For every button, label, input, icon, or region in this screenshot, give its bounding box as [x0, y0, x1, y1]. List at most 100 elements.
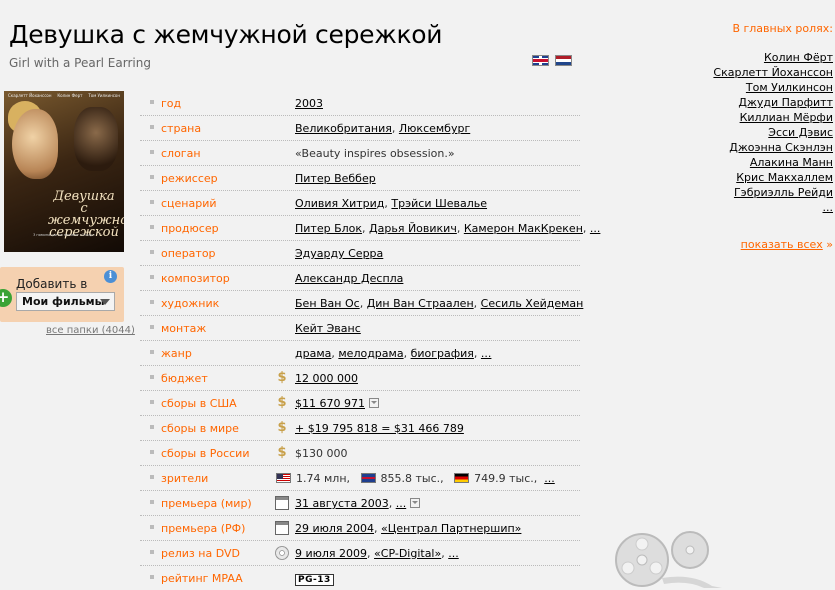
russia-gross-value: $130 000 [295, 447, 348, 460]
director-link[interactable]: Питер Веббер [295, 172, 376, 185]
genre-link[interactable]: биография [411, 347, 474, 360]
poster-tagline: 3 номинации на премию «Оскар» [33, 233, 95, 237]
cast-item[interactable]: Киллиан Мёрфи [653, 110, 833, 125]
year-link[interactable]: 2003 [295, 97, 323, 110]
producer-more-link[interactable]: ... [590, 222, 601, 235]
info-row-operator: оператор Эдуарду Серра [140, 241, 580, 266]
genre-link[interactable]: мелодрама [338, 347, 403, 360]
show-all-link[interactable]: показать всех [741, 238, 823, 251]
cast-item[interactable]: Джоэнна Скэнлэн [653, 140, 833, 155]
original-title: Girl with a Pearl Earring [9, 56, 151, 70]
info-icon[interactable]: i [104, 270, 117, 283]
film-reel-icon [615, 531, 722, 588]
calendar-icon [275, 496, 289, 510]
producer-link[interactable]: Камерон МакКрекен [464, 222, 583, 235]
info-row-mpaa: рейтинг MPAA PG-13 [140, 566, 580, 590]
premiere-more-link[interactable]: ... [396, 497, 407, 510]
info-row-artist: художник Бен Ван Ос, Дин Ван Страален, С… [140, 291, 583, 316]
viewers-de: 749.9 тыс., [474, 472, 538, 485]
info-row-premiere-world: премьера (мир) 31 августа 2003, ... [140, 491, 580, 516]
dollar-icon: $ [277, 420, 287, 435]
movie-poster[interactable]: Скарлетт Йоханссон Колин Ферт Том Уилкин… [4, 91, 124, 252]
usa-gross-link[interactable]: $11 670 971 [295, 397, 365, 410]
calendar-icon [275, 521, 289, 535]
dollar-icon: $ [277, 395, 287, 410]
info-row-russia-gross: сборы в России $ $130 000 [140, 441, 580, 466]
producer-link[interactable]: Питер Блок [295, 222, 362, 235]
cast-more-link[interactable]: ... [653, 200, 834, 215]
writer-link[interactable]: Трэйси Шевалье [391, 197, 487, 210]
language-flags [532, 55, 572, 66]
info-row-slogan: слоган «Beauty inspires obsession.» [140, 141, 580, 166]
artist-link[interactable]: Бен Ван Ос [295, 297, 360, 310]
uk-flag-icon[interactable] [532, 55, 549, 66]
info-row-world-gross: сборы в мире $ + $19 795 818 = $31 466 7… [140, 416, 580, 441]
info-row-director: режиссер Питер Веббер [140, 166, 580, 191]
info-row-producer: продюсер Питер Блок, Дарья Йовикич, Каме… [140, 216, 600, 241]
composer-link[interactable]: Александр Деспла [295, 272, 403, 285]
us-flag-icon [276, 473, 291, 483]
arrow-right-icon: » [826, 238, 833, 251]
expand-icon[interactable] [410, 498, 421, 508]
operator-link[interactable]: Эдуарду Серра [295, 247, 383, 260]
info-row-premiere-rf: премьера (РФ) 29 июля 2004, «Централ Пар… [140, 516, 580, 541]
viewers-more-link[interactable]: ... [544, 472, 555, 485]
expand-icon[interactable] [368, 398, 379, 408]
cast-item[interactable]: Скарлетт Йоханссон [653, 65, 833, 80]
cast-item[interactable]: Том Уилкинсон [653, 80, 833, 95]
show-all-cast[interactable]: показать всех » [741, 238, 833, 251]
dollar-icon: $ [277, 445, 287, 460]
world-gross-link[interactable]: + $19 795 818 = $31 466 789 [295, 422, 464, 435]
distributor-link[interactable]: «Централ Партнершип» [381, 522, 521, 535]
info-row-writer: сценарий Оливия Хитрид, Трэйси Шевалье [140, 191, 580, 216]
chevron-down-icon [100, 299, 110, 305]
dollar-icon: $ [277, 370, 287, 385]
info-row-editing: монтаж Кейт Эванс [140, 316, 580, 341]
dvd-date-link[interactable]: 9 июля 2009 [295, 547, 367, 560]
poster-title: Девушка с жемчужной сережкой [48, 189, 124, 240]
add-to-label: Добавить в [16, 277, 88, 291]
movie-info-table: год 2003 страна Великобритания, Люксембу… [140, 91, 600, 590]
mpaa-rating-badge[interactable]: PG-13 [295, 574, 334, 586]
cast-list: В главных ролях: Колин Фёрт Скарлетт Йох… [653, 22, 833, 215]
info-row-composer: композитор Александр Деспла [140, 266, 580, 291]
info-row-viewers: зрители 1.74 млн, 855.8 тыс., 749.9 тыс.… [140, 466, 580, 491]
genre-more-link[interactable]: ... [481, 347, 492, 360]
cast-item[interactable]: Гэбриэлль Рейди [653, 185, 833, 200]
disc-icon [275, 546, 289, 560]
info-row-budget: бюджет $ 12 000 000 [140, 366, 580, 391]
plus-icon[interactable]: + [0, 289, 12, 307]
budget-link[interactable]: 12 000 000 [295, 372, 358, 385]
slogan-text: «Beauty inspires obsession.» [295, 147, 455, 160]
artist-link[interactable]: Сесиль Хейдеман [481, 297, 584, 310]
all-folders-link[interactable]: все папки (4044) [46, 325, 135, 336]
country-link[interactable]: Великобритания [295, 122, 392, 135]
add-to-folder-box: + i Добавить в Мои фильмы [0, 267, 124, 322]
info-row-usa-gross: сборы в США $ $11 670 971 [140, 391, 580, 416]
cast-item[interactable]: Эсси Дэвис [653, 125, 833, 140]
dvd-more-link[interactable]: ... [448, 547, 459, 560]
cast-item[interactable]: Крис Макхаллем [653, 170, 833, 185]
uk-flag-icon [360, 473, 376, 483]
writer-link[interactable]: Оливия Хитрид [295, 197, 384, 210]
premiere-rf-link[interactable]: 29 июля 2004 [295, 522, 374, 535]
folder-select[interactable]: Мои фильмы [16, 292, 115, 311]
info-row-dvd: релиз на DVD 9 июля 2009, «CP-Digital», … [140, 541, 580, 566]
viewers-us: 1.74 млн, [296, 472, 351, 485]
info-row-year: год 2003 [140, 91, 580, 116]
cast-item[interactable]: Колин Фёрт [653, 50, 833, 65]
movie-title: Девушка с жемчужной сережкой [9, 20, 443, 49]
de-flag-icon [454, 473, 470, 483]
genre-link[interactable]: драма [295, 347, 331, 360]
editor-link[interactable]: Кейт Эванс [295, 322, 361, 335]
producer-link[interactable]: Дарья Йовикич [369, 222, 457, 235]
premiere-world-link[interactable]: 31 августа 2003 [295, 497, 389, 510]
dvd-distributor-link[interactable]: «CP-Digital» [374, 547, 441, 560]
cast-item[interactable]: Алакина Манн [653, 155, 833, 170]
nl-flag-icon[interactable] [555, 55, 572, 66]
viewers-uk: 855.8 тыс., [380, 472, 444, 485]
info-row-genre: жанр драма, мелодрама, биография, ... [140, 341, 580, 366]
artist-link[interactable]: Дин Ван Страален [367, 297, 474, 310]
cast-item[interactable]: Джуди Парфитт [653, 95, 833, 110]
country-link[interactable]: Люксембург [399, 122, 470, 135]
